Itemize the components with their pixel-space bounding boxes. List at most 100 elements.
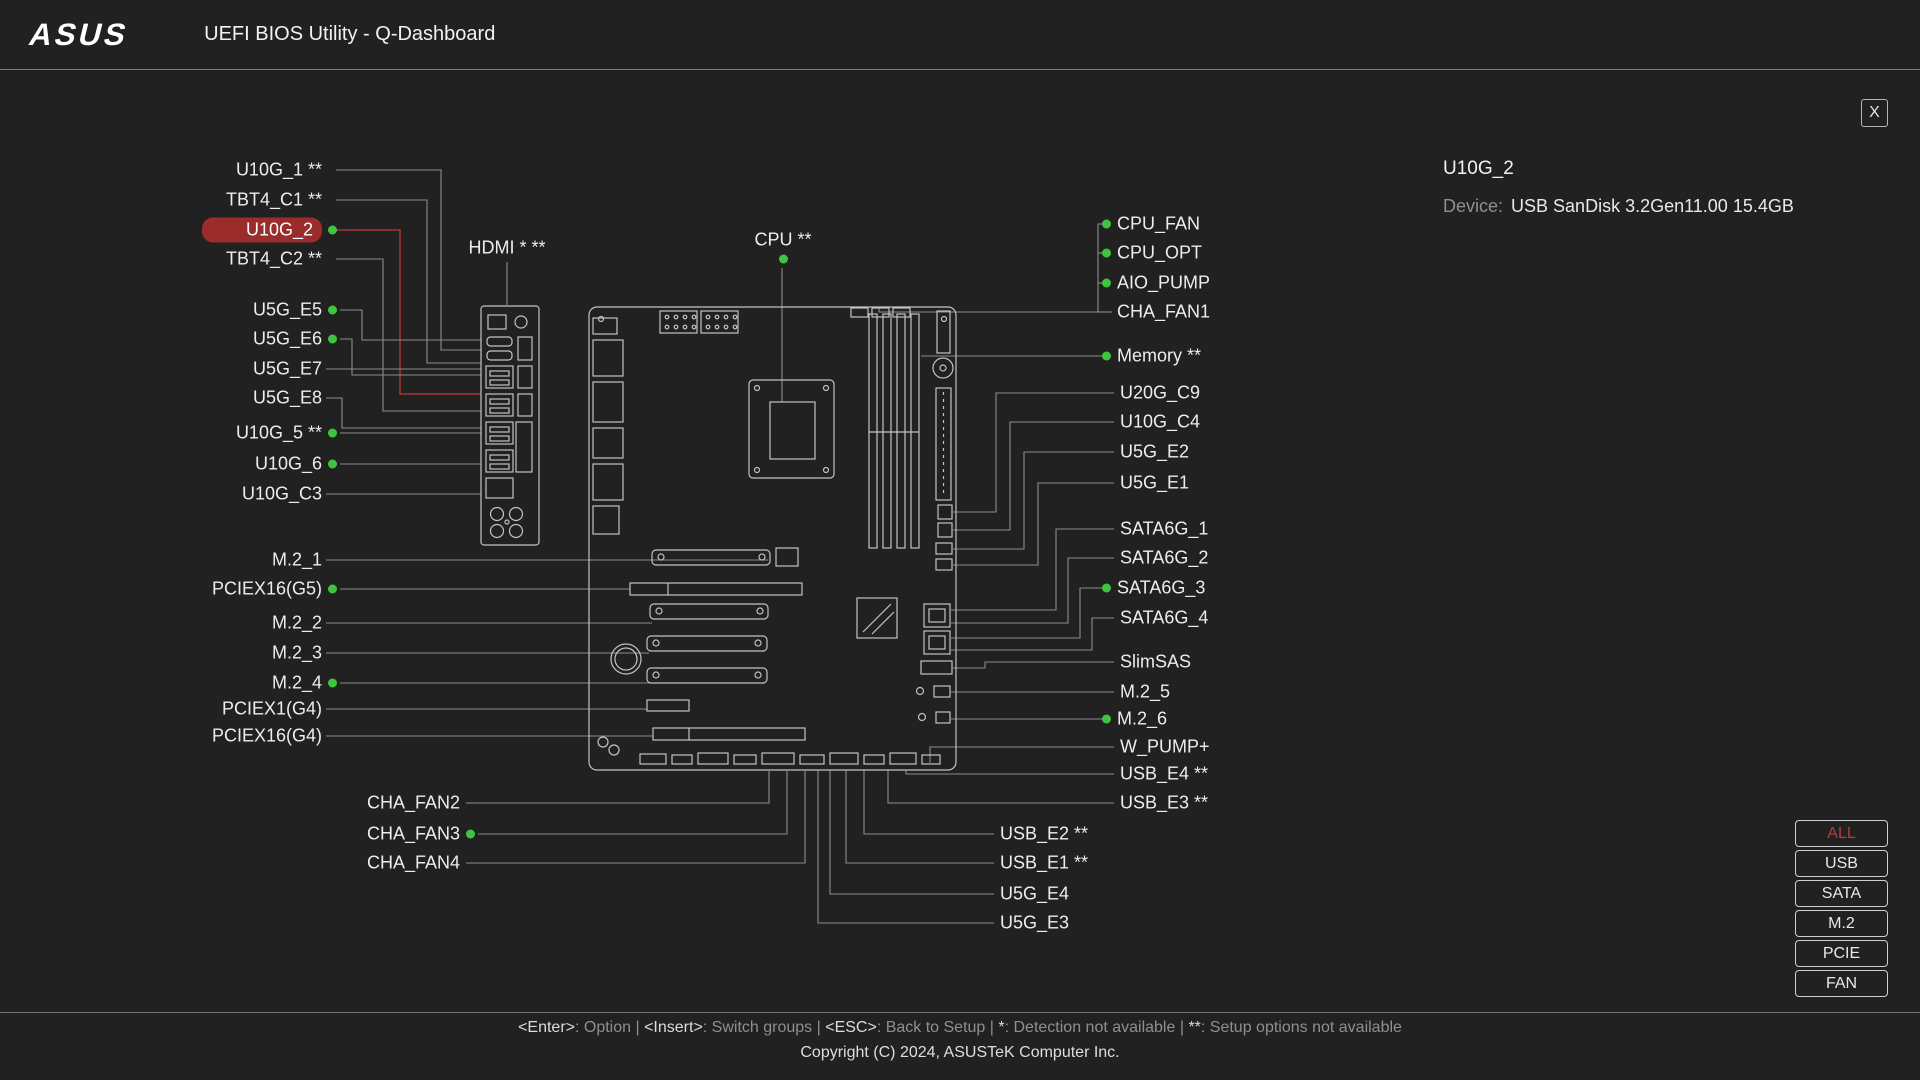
port-label-text: U5G_E3 <box>1000 913 1069 934</box>
port-label-text: USB_E1 ** <box>1000 853 1088 874</box>
hint-separator: | <box>812 1019 825 1036</box>
leader-line-u5g-e8 <box>326 398 481 428</box>
page-title: UEFI BIOS Utility - Q-Dashboard <box>204 23 495 46</box>
port-label-sata6g-1[interactable]: SATA6G_1 <box>1120 519 1208 540</box>
bios-q-dashboard-screen: ASUS UEFI BIOS Utility - Q-Dashboard X U… <box>0 0 1920 1080</box>
hint-desc: : Option <box>575 1019 631 1036</box>
port-label-text: U5G_E4 <box>1000 884 1069 905</box>
port-label-cpu-opt[interactable]: CPU_OPT <box>1117 243 1202 264</box>
port-label-u5g-e6[interactable]: U5G_E6 <box>253 329 322 350</box>
port-label-u5g-e3[interactable]: U5G_E3 <box>1000 913 1069 934</box>
leader-line-u5g-e4 <box>830 770 994 894</box>
port-label-u10g-5[interactable]: U10G_5 ** <box>236 423 322 444</box>
port-label-text: Memory ** <box>1117 346 1201 367</box>
port-label-cha-fan3[interactable]: CHA_FAN3 <box>367 824 460 845</box>
filter-button-m.2[interactable]: M.2 <box>1795 910 1888 937</box>
port-label-u10g-c4[interactable]: U10G_C4 <box>1120 412 1200 433</box>
status-dot <box>328 306 337 315</box>
port-label-u10g-c3[interactable]: U10G_C3 <box>242 484 322 505</box>
port-label-text: SlimSAS <box>1120 652 1191 673</box>
port-label-u10g-6[interactable]: U10G_6 <box>255 454 322 475</box>
filter-button-pcie[interactable]: PCIE <box>1795 940 1888 967</box>
leader-line-cha-fan4 <box>466 771 805 863</box>
port-label-cpu[interactable]: CPU ** <box>754 230 811 251</box>
port-label-u20g-c9[interactable]: U20G_C9 <box>1120 383 1200 404</box>
port-label-memory[interactable]: Memory ** <box>1117 346 1201 367</box>
port-label-usb-e3[interactable]: USB_E3 ** <box>1120 793 1208 814</box>
port-label-text: SATA6G_2 <box>1120 548 1208 569</box>
port-label-u5g-e7[interactable]: U5G_E7 <box>253 359 322 380</box>
filter-button-usb[interactable]: USB <box>1795 850 1888 877</box>
port-label-text: M.2_2 <box>272 613 322 634</box>
leader-line-u5g-e5 <box>340 310 481 340</box>
port-label-text: U5G_E5 <box>253 300 322 321</box>
port-label-text: CHA_FAN1 <box>1117 302 1210 323</box>
port-label-m.2-3[interactable]: M.2_3 <box>272 643 322 664</box>
port-label-usb-e2[interactable]: USB_E2 ** <box>1000 824 1088 845</box>
port-label-pciex16-g4[interactable]: PCIEX16(G4) <box>212 726 322 747</box>
port-label-text: TBT4_C1 ** <box>226 190 322 211</box>
close-button[interactable]: X <box>1861 99 1888 127</box>
port-label-m.2-4[interactable]: M.2_4 <box>272 673 322 694</box>
port-label-cha-fan1[interactable]: CHA_FAN1 <box>1117 302 1210 323</box>
port-label-tbt4-c1[interactable]: TBT4_C1 ** <box>226 190 322 211</box>
hint-key: <ESC> <box>825 1019 877 1036</box>
status-dot <box>328 460 337 469</box>
filter-button-sata[interactable]: SATA <box>1795 880 1888 907</box>
port-label-u10g-1[interactable]: U10G_1 ** <box>236 160 322 181</box>
port-label-sata6g-3[interactable]: SATA6G_3 <box>1117 578 1205 599</box>
port-label-sata6g-2[interactable]: SATA6G_2 <box>1120 548 1208 569</box>
port-label-u5g-e1[interactable]: U5G_E1 <box>1120 473 1189 494</box>
status-dot <box>466 830 475 839</box>
port-label-aio-pump[interactable]: AIO_PUMP <box>1117 273 1210 294</box>
port-label-u5g-e5[interactable]: U5G_E5 <box>253 300 322 321</box>
port-label-text: AIO_PUMP <box>1117 273 1210 294</box>
leader-line-usb-e2 <box>864 770 994 834</box>
port-label-tbt4-c2[interactable]: TBT4_C2 ** <box>226 249 322 270</box>
port-label-slimsas[interactable]: SlimSAS <box>1120 652 1191 673</box>
port-label-u5g-e4[interactable]: U5G_E4 <box>1000 884 1069 905</box>
port-label-text: CHA_FAN2 <box>367 793 460 814</box>
port-label-text: TBT4_C2 ** <box>226 249 322 270</box>
leader-line-u10g-1 <box>336 170 481 350</box>
hint-desc: : Setup options not available <box>1201 1019 1402 1036</box>
port-label-text: U20G_C9 <box>1120 383 1200 404</box>
hint-desc: : Switch groups <box>703 1019 812 1036</box>
port-label-cha-fan2[interactable]: CHA_FAN2 <box>367 793 460 814</box>
port-label-text: HDMI * ** <box>468 238 545 259</box>
port-label-text: CPU_OPT <box>1117 243 1202 264</box>
leader-line-tbt4-c1 <box>336 200 481 363</box>
filter-button-fan[interactable]: FAN <box>1795 970 1888 997</box>
filter-buttons: ALL USB SATA M.2 PCIE FAN <box>1795 820 1888 997</box>
port-label-text: SATA6G_1 <box>1120 519 1208 540</box>
device-info: Device:USB SanDisk 3.2Gen11.00 15.4GB <box>1443 196 1794 217</box>
filter-button-all[interactable]: ALL <box>1795 820 1888 847</box>
port-label-u10g-2[interactable]: U10G_2 <box>202 218 322 243</box>
port-label-usb-e1[interactable]: USB_E1 ** <box>1000 853 1088 874</box>
port-label-text: SATA6G_3 <box>1117 578 1205 599</box>
port-label-hdmi[interactable]: HDMI * ** <box>468 238 545 259</box>
port-label-cpu-fan[interactable]: CPU_FAN <box>1117 214 1200 235</box>
rear-io-panel-illustration <box>481 306 539 545</box>
status-dot <box>1102 715 1111 724</box>
port-label-text: U10G_1 ** <box>236 160 322 181</box>
port-label-m.2-1[interactable]: M.2_1 <box>272 550 322 571</box>
port-label-pciex16-g5[interactable]: PCIEX16(G5) <box>212 579 322 600</box>
port-label-u5g-e8[interactable]: U5G_E8 <box>253 388 322 409</box>
port-label-text: PCIEX16(G5) <box>212 579 322 600</box>
status-dot <box>328 429 337 438</box>
port-label-m.2-6[interactable]: M.2_6 <box>1117 709 1167 730</box>
port-label-text: CPU_FAN <box>1117 214 1200 235</box>
port-label-usb-e4[interactable]: USB_E4 ** <box>1120 764 1208 785</box>
port-label-text: SATA6G_4 <box>1120 608 1208 629</box>
header: ASUS UEFI BIOS Utility - Q-Dashboard <box>0 0 1920 70</box>
port-label-u5g-e2[interactable]: U5G_E2 <box>1120 442 1189 463</box>
port-label-pciex1-g4[interactable]: PCIEX1(G4) <box>222 699 322 720</box>
port-label-m.2-5[interactable]: M.2_5 <box>1120 682 1170 703</box>
status-dot <box>1102 249 1111 258</box>
port-label-w-pump[interactable]: W_PUMP+ <box>1120 737 1210 758</box>
port-label-m.2-2[interactable]: M.2_2 <box>272 613 322 634</box>
port-label-sata6g-4[interactable]: SATA6G_4 <box>1120 608 1208 629</box>
port-label-text: M.2_1 <box>272 550 322 571</box>
port-label-cha-fan4[interactable]: CHA_FAN4 <box>367 853 460 874</box>
